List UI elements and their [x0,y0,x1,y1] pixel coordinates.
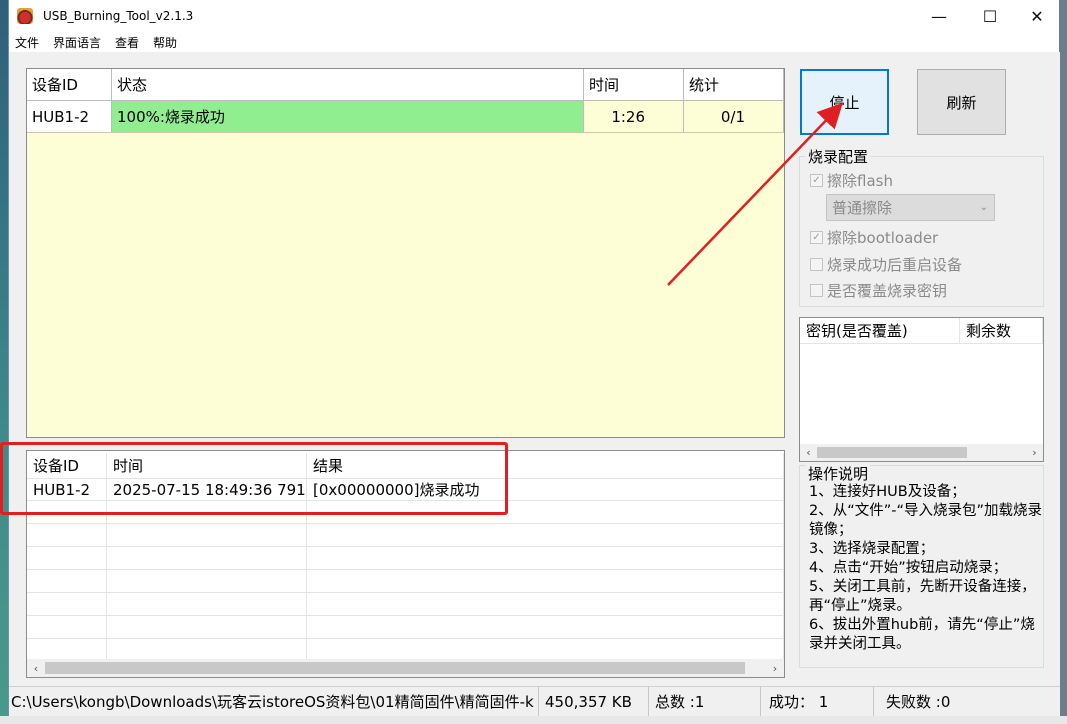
erase-mode-value: 普通擦除 [832,199,893,217]
empty-checkbox-icon [810,284,823,297]
key-header-name[interactable]: 密钥(是否覆盖) [800,318,960,343]
reboot-after-label: 烧录成功后重启设备 [827,256,963,274]
key-horizontal-scrollbar[interactable]: ‹ › [800,444,1043,461]
status-bar: C:\Users\kongb\Downloads\玩客云istoreOS资料包\… [9,686,1060,717]
header-stats[interactable]: 统计 [684,69,784,100]
success-count: 成功： 1 [761,686,874,717]
overwrite-key-checkbox[interactable]: 是否覆盖烧录密钥 [810,280,947,301]
total-count: 总数 :1 [649,686,761,717]
instructions-text: 1、连接好HUB及设备； 2、从“文件”-“导入烧录包”加载烧录镜像； 3、选择… [809,484,1043,652]
header-time[interactable]: 时间 [584,69,684,100]
time-cell: 1:26 [584,101,684,132]
key-table-header: 密钥(是否覆盖) 剩余数 [800,318,1043,344]
reboot-after-checkbox[interactable]: 烧录成功后重启设备 [810,254,962,275]
annotation-highlight-box [0,442,508,515]
scroll-left-icon[interactable]: ‹ [800,444,817,461]
taskbar-edge [0,716,1067,724]
menu-help[interactable]: 帮助 [153,34,177,51]
overwrite-key-label: 是否覆盖烧录密钥 [827,282,948,300]
device-table[interactable]: 设备ID 状态 时间 统计 HUB1-2 100%:烧录成功 1:26 0/1 [26,68,785,438]
file-size: 450,357 KB [539,686,649,717]
log-horizontal-scrollbar[interactable]: ‹ › [27,659,784,677]
maximize-button[interactable]: ☐ [967,0,1013,32]
header-device-id[interactable]: 设备ID [27,69,112,100]
scroll-right-icon[interactable]: › [766,659,784,677]
scrollbar-thumb[interactable] [45,662,745,674]
key-header-remaining[interactable]: 剩余数 [960,318,1043,343]
window-title: USB_Burning_Tool_v2.1.3 [43,9,194,23]
refresh-button[interactable]: 刷新 [917,69,1006,135]
scroll-left-icon[interactable]: ‹ [27,659,45,677]
app-window: USB_Burning_Tool_v2.1.3 — ☐ ✕ 文件 界面语言 查看… [8,0,1060,724]
header-status[interactable]: 状态 [112,69,584,100]
chevron-down-icon: ⌄ [979,202,988,213]
erase-bootloader-label: 擦除bootloader [827,229,939,247]
desktop-background [0,0,8,724]
menu-language[interactable]: 界面语言 [53,34,101,51]
checkmark-icon: ✓ [810,231,823,244]
erase-mode-select[interactable]: 普通擦除 ⌄ [826,194,995,221]
app-icon [17,8,33,24]
menu-bar: 文件 界面语言 查看 帮助 [9,32,1059,52]
client-area: 设备ID 状态 时间 统计 HUB1-2 100%:烧录成功 1:26 0/1 … [9,52,1060,724]
empty-checkbox-icon [810,258,823,271]
menu-file[interactable]: 文件 [15,34,39,51]
erase-flash-checkbox[interactable]: ✓ 擦除flash [810,170,893,191]
stats-cell: 0/1 [684,101,784,132]
status-cell: 100%:烧录成功 [112,101,584,132]
empty-row [27,570,784,593]
menu-view[interactable]: 查看 [115,34,139,51]
checkmark-icon: ✓ [810,174,823,187]
burn-config-title: 烧录配置 [806,146,871,167]
desktop-background-right [1059,0,1067,724]
scroll-right-icon[interactable]: › [1026,444,1043,461]
key-table[interactable]: 密钥(是否覆盖) 剩余数 ‹ › [799,317,1044,462]
close-button[interactable]: ✕ [1014,0,1060,32]
instructions-title: 操作说明 [806,463,871,484]
title-bar: USB_Burning_Tool_v2.1.3 — ☐ ✕ [9,0,1059,32]
scrollbar-thumb[interactable] [817,447,967,458]
empty-row [27,593,784,616]
device-table-header: 设备ID 状态 时间 统计 [27,69,784,101]
empty-row [27,547,784,570]
erase-bootloader-checkbox[interactable]: ✓ 擦除bootloader [810,227,938,248]
erase-flash-label: 擦除flash [827,172,893,190]
device-id-cell: HUB1-2 [27,101,112,132]
empty-row [27,616,784,639]
stop-button[interactable]: 停止 [800,69,889,135]
empty-row [27,524,784,547]
table-row[interactable]: HUB1-2 100%:烧录成功 1:26 0/1 [27,101,784,133]
file-path: C:\Users\kongb\Downloads\玩客云istoreOS资料包\… [9,686,539,717]
failed-count: 失败数 :0 [886,693,951,711]
minimize-button[interactable]: — [916,0,962,32]
